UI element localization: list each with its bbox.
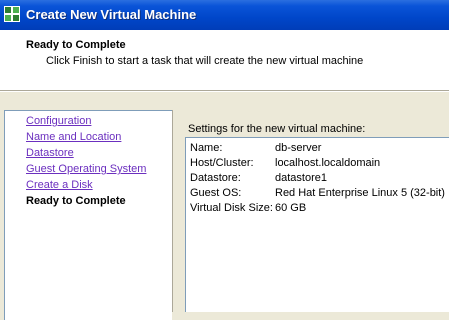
step-datastore[interactable]: Datastore — [26, 147, 74, 159]
step-create-a-disk[interactable]: Create a Disk — [26, 179, 93, 191]
window-title: Create New Virtual Machine — [26, 7, 197, 22]
summary-key-host-cluster: Host/Cluster: — [190, 157, 254, 169]
header-divider-highlight — [0, 91, 449, 92]
summary-value-datastore: datastore1 — [275, 172, 327, 184]
summary-key-virtual-disk-size: Virtual Disk Size: — [190, 202, 273, 214]
summary-key-datastore: Datastore: — [190, 172, 241, 184]
step-ready-to-complete: Ready to Complete — [26, 195, 126, 207]
step-name-and-location[interactable]: Name and Location — [26, 131, 121, 143]
summary-value-virtual-disk-size: 60 GB — [275, 202, 307, 214]
settings-label: Settings for the new virtual machine: — [188, 123, 366, 135]
summary-value-name: db-server — [275, 142, 322, 154]
wizard-header: Ready to Complete Click Finish to start … — [0, 30, 449, 90]
wizard-steps-panel: Configuration Name and Location Datastor… — [4, 110, 172, 320]
title-bar[interactable]: Create New Virtual Machine — [0, 0, 449, 30]
summary-key-guest-os: Guest OS: — [190, 187, 242, 199]
step-guest-operating-system[interactable]: Guest Operating System — [26, 163, 146, 175]
settings-summary-box[interactable]: Name: db-server Host/Cluster: localhost.… — [185, 137, 449, 312]
summary-value-guest-os: Red Hat Enterprise Linux 5 (32-bit) — [275, 187, 445, 199]
summary-key-name: Name: — [190, 142, 223, 154]
page-description: Click Finish to start a task that will c… — [46, 55, 364, 67]
vm-wizard-icon — [3, 5, 21, 23]
page-title: Ready to Complete — [26, 39, 126, 51]
step-configuration[interactable]: Configuration — [26, 115, 91, 127]
summary-value-host-cluster: localhost.localdomain — [275, 157, 381, 169]
panel-divider — [172, 110, 173, 312]
